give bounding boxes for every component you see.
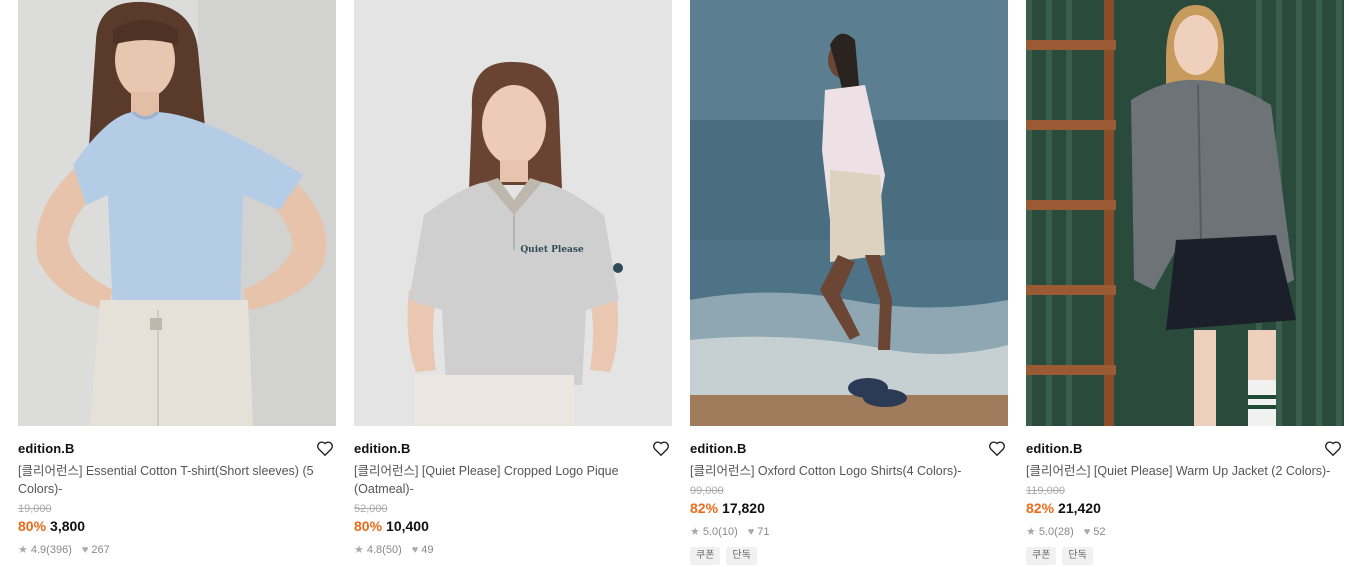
star-icon: ★ [1026,526,1036,538]
price-row: 82% 21,420 [1026,498,1344,518]
price-row: 82% 17,820 [690,498,1008,518]
star-icon: ★ [690,526,700,538]
rating: 5.0 [1038,526,1055,538]
tag-coupon: 쿠폰 [690,547,721,565]
heart-filled-icon: ♥ [1083,526,1091,538]
heart-filled-icon: ♥ [747,526,755,538]
sale-price: 17,820 [722,500,765,516]
discount-rate: 82% [690,500,719,516]
product-photo-blue-tshirt [18,0,336,426]
product-card[interactable]: Quiet Please edition.B [클리어런스] [Quiet Pl… [354,0,672,557]
heart-icon[interactable] [652,440,670,457]
review-count: (50) [382,544,402,556]
rating: 5.0 [702,526,719,538]
product-card[interactable]: edition.B [클리어런스] Oxford Cotton Logo Shi… [690,0,1008,565]
brand-name[interactable]: edition.B [690,441,747,456]
review-count: (396) [46,544,72,556]
tag-exclusive: 단독 [1062,547,1093,565]
heart-icon[interactable] [316,440,334,457]
sale-price: 3,800 [50,518,86,534]
product-photo-gray-pique: Quiet Please [354,0,672,426]
price-row: 80% 10,400 [354,516,672,536]
tag-list: 쿠폰 단독 [1026,547,1344,565]
product-card[interactable]: edition.B [클리어런스] [Quiet Please] Warm Up… [1026,0,1344,565]
shirt-logo-print: Quiet Please [520,245,584,255]
like-count: 52 [1093,526,1106,538]
discount-rate: 80% [18,518,47,534]
brand-row: edition.B [690,438,1008,460]
product-image[interactable]: Quiet Please [354,0,672,426]
product-grid: edition.B [클리어런스] Essential Cotton T-shi… [0,0,1349,567]
product-photo-beach-shirt [690,0,1008,426]
product-meta: ★ 4.8 (50) ♥ 49 [354,543,672,557]
product-image[interactable] [690,0,1008,426]
like-count: 49 [421,544,434,556]
price-row: 80% 3,800 [18,516,336,536]
tag-coupon: 쿠폰 [1026,547,1057,565]
product-name[interactable]: [클리어런스] Oxford Cotton Logo Shirts(4 Colo… [690,462,1008,480]
product-name[interactable]: [클리어런스] Essential Cotton T-shirt(Short s… [18,462,336,498]
like-count: 267 [91,544,110,556]
product-meta: ★ 5.0 (28) ♥ 52 [1026,525,1344,539]
product-card[interactable]: edition.B [클리어런스] Essential Cotton T-shi… [18,0,336,557]
original-price: 52,000 [354,503,388,515]
review-count: (28) [1054,526,1074,538]
tag-list: 쿠폰 단독 [690,547,1008,565]
product-meta: ★ 5.0 (10) ♥ 71 [690,525,1008,539]
original-price: 119,000 [1026,485,1065,497]
product-name[interactable]: [클리어런스] [Quiet Please] Cropped Logo Piqu… [354,462,672,498]
like-count: 71 [757,526,770,538]
product-meta: ★ 4.9 (396) ♥ 267 [18,543,336,557]
brand-row: edition.B [18,438,336,460]
product-name[interactable]: [클리어런스] [Quiet Please] Warm Up Jacket (2… [1026,462,1344,480]
original-price: 99,000 [690,485,724,497]
sale-price: 10,400 [386,518,429,534]
heart-icon[interactable] [988,440,1006,457]
rating: 4.8 [366,544,383,556]
brand-name[interactable]: edition.B [1026,441,1083,456]
original-price: 19,000 [18,503,52,515]
discount-rate: 80% [354,518,383,534]
star-icon: ★ [354,544,364,556]
product-photo-warm-up-jacket [1026,0,1344,426]
brand-row: edition.B [354,438,672,460]
brand-name[interactable]: edition.B [18,441,75,456]
discount-rate: 82% [1026,500,1055,516]
brand-name[interactable]: edition.B [354,441,411,456]
brand-row: edition.B [1026,438,1344,460]
tag-exclusive: 단독 [726,547,757,565]
heart-filled-icon: ♥ [411,544,419,556]
product-image[interactable] [1026,0,1344,426]
star-icon: ★ [18,544,28,556]
product-image[interactable] [18,0,336,426]
review-count: (10) [718,526,738,538]
heart-filled-icon: ♥ [81,544,89,556]
heart-icon[interactable] [1324,440,1342,457]
rating: 4.9 [30,544,47,556]
sale-price: 21,420 [1058,500,1101,516]
